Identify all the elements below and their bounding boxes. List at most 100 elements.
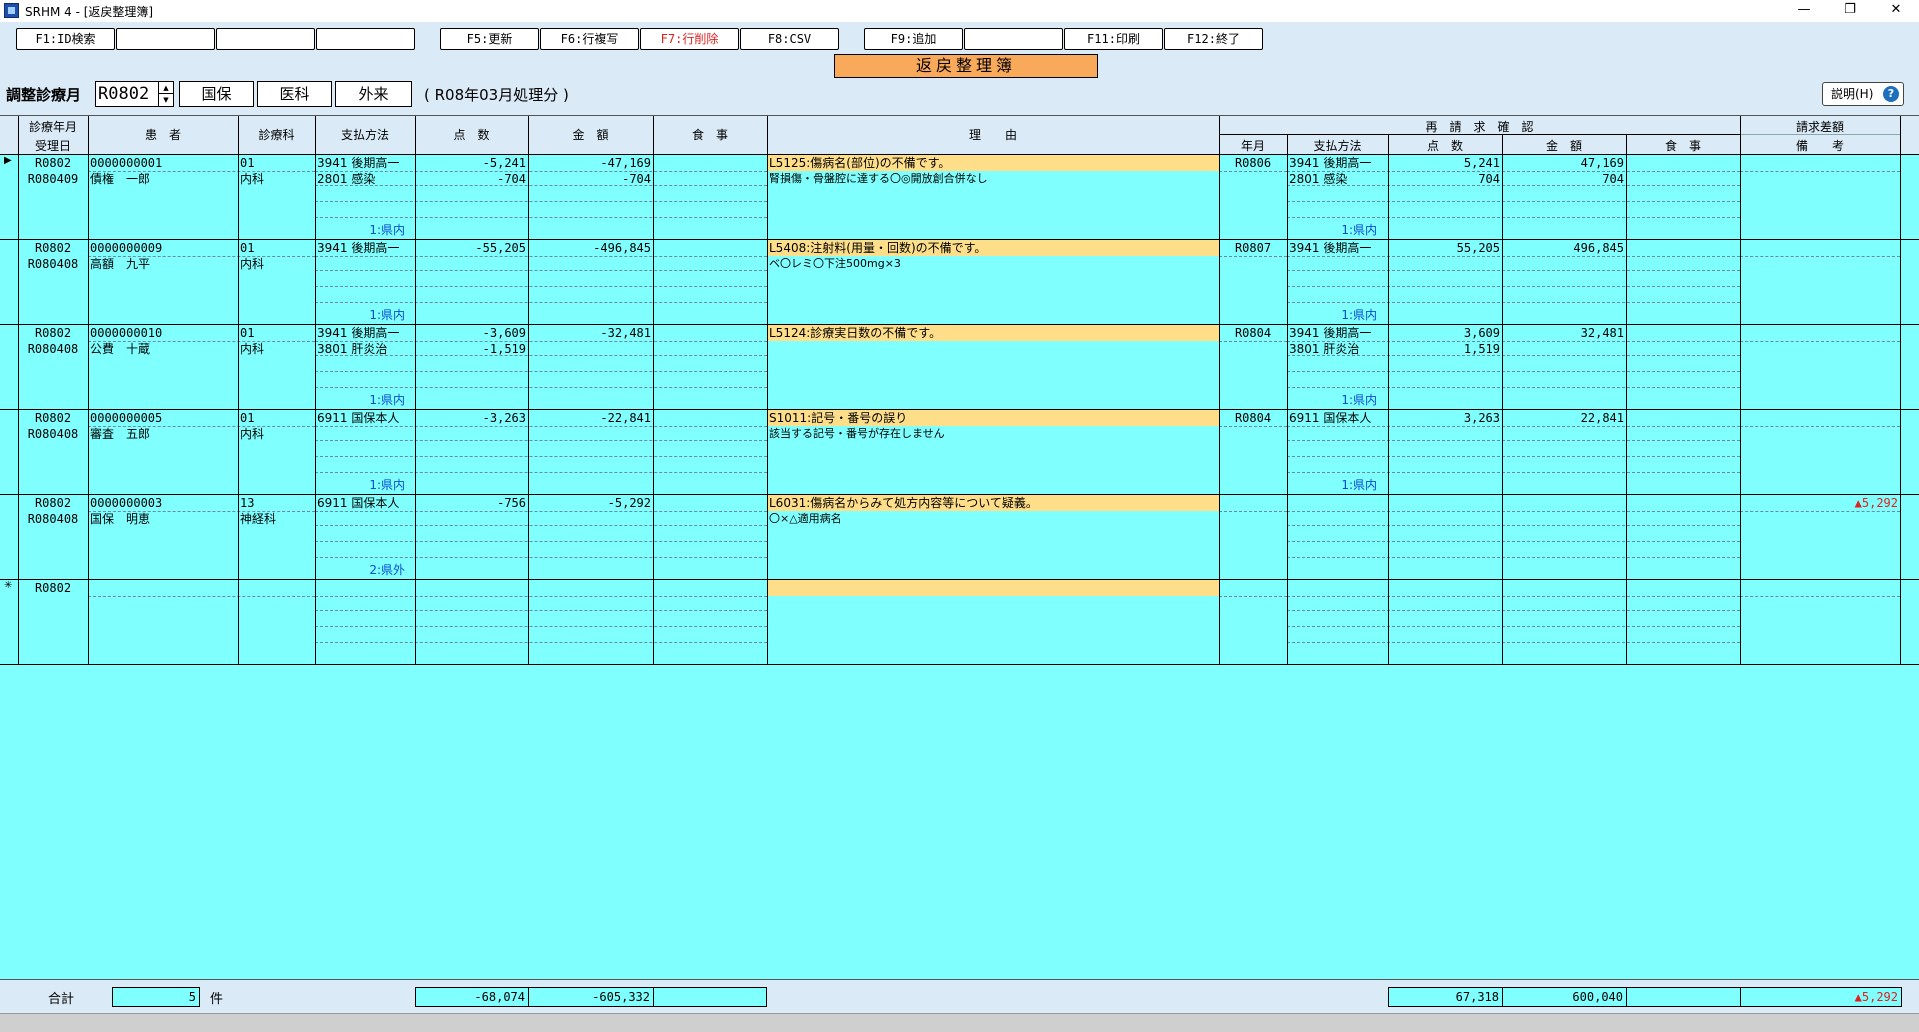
table-row[interactable]: R0802 R080408 0000000005 審査 五郎 01 内科 6911 国保本人…: [0, 410, 1919, 495]
f1-id-search-button[interactable]: F1:ID検索: [16, 28, 115, 50]
f12-exit-button[interactable]: F12:終了: [1164, 28, 1263, 50]
spinner-down-icon[interactable]: ▼: [159, 94, 173, 106]
cell-patient-name[interactable]: 債権 一郎: [90, 171, 150, 187]
minimize-icon[interactable]: —: [1781, 0, 1827, 22]
cell-reclaim-points-1[interactable]: 55,205: [1388, 240, 1500, 256]
table-row[interactable]: ▶ R0802 R080409 0000000001 債権 一郎 01 内科 3941 後期高…: [0, 155, 1919, 240]
cell-pref[interactable]: 2:県外: [315, 562, 405, 578]
cell-reason[interactable]: L6031:傷病名からみて処方内容等について疑義。: [769, 495, 1038, 511]
cell-dept-code[interactable]: 01: [240, 155, 254, 171]
cell-reclaim-points-1[interactable]: 5,241: [1388, 155, 1500, 171]
cell-points-2[interactable]: -704: [415, 171, 526, 187]
cell-reclaim-pref[interactable]: 1:県内: [1287, 477, 1377, 493]
cell-amount-1[interactable]: -496,845: [528, 240, 651, 256]
cell-reclaim-month[interactable]: R0806: [1221, 155, 1285, 171]
gairai-toggle-button[interactable]: 外来: [335, 81, 412, 107]
cell-payment-1[interactable]: 6911 国保本人: [317, 410, 399, 426]
cell-amount-1[interactable]: -5,292: [528, 495, 651, 511]
cell-payment-1[interactable]: 3941 後期高一: [317, 155, 399, 171]
cell-reclaim-points-1[interactable]: 3,263: [1388, 410, 1500, 426]
cell-reclaim-pref[interactable]: 1:県内: [1287, 392, 1377, 408]
cell-amount-1[interactable]: -47,169: [528, 155, 651, 171]
cell-patient-id[interactable]: 0000000009: [90, 240, 162, 256]
cell-patient-name[interactable]: 国保 明恵: [90, 511, 150, 527]
cell-points-1[interactable]: -55,205: [415, 240, 526, 256]
adjust-month-input[interactable]: R0802: [95, 81, 159, 107]
f3-blank-button[interactable]: [216, 28, 315, 50]
table-row[interactable]: ✳ R0802: [0, 580, 1919, 665]
cell-reclaim-points-1[interactable]: 3,609: [1388, 325, 1500, 341]
month-spinner[interactable]: ▲ ▼: [158, 81, 174, 107]
cell-month[interactable]: R0802: [18, 240, 88, 256]
cell-received[interactable]: R080408: [18, 511, 88, 527]
cell-reclaim-payment-1[interactable]: 3941 後期高一: [1289, 325, 1371, 341]
cell-month[interactable]: R0802: [18, 580, 88, 596]
f4-blank-button[interactable]: [316, 28, 415, 50]
restore-icon[interactable]: ❐: [1827, 0, 1873, 22]
returns-grid[interactable]: 診療年月 受理日 患 者 診療科 支払方法 点 数 金 額 食 事 理 由 再 …: [0, 115, 1919, 979]
cell-dept[interactable]: 神経科: [240, 511, 276, 527]
cell-points-1[interactable]: -3,609: [415, 325, 526, 341]
cell-payment-1[interactable]: 3941 後期高一: [317, 240, 399, 256]
cell-payment-1[interactable]: 6911 国保本人: [317, 495, 399, 511]
spinner-up-icon[interactable]: ▲: [159, 82, 173, 94]
cell-reclaim-payment-1[interactable]: 3941 後期高一: [1289, 155, 1371, 171]
table-row[interactable]: R0802 R080408 0000000003 国保 明恵 13 神経科 6911 国保本…: [0, 495, 1919, 580]
cell-reason[interactable]: L5408:注射料(用量・回数)の不備です。: [769, 240, 986, 256]
f2-blank-button[interactable]: [116, 28, 215, 50]
cell-dept-code[interactable]: 01: [240, 325, 254, 341]
f8-csv-button[interactable]: F8:CSV: [740, 28, 839, 50]
cell-dept[interactable]: 内科: [240, 256, 264, 272]
cell-reclaim-amount-2[interactable]: 704: [1502, 171, 1624, 187]
cell-month[interactable]: R0802: [18, 325, 88, 341]
cell-reason[interactable]: L5125:傷病名(部位)の不備です。: [769, 155, 950, 171]
cell-reason[interactable]: L5124:診療実日数の不備です。: [769, 325, 941, 341]
cell-dept-code[interactable]: 01: [240, 410, 254, 426]
help-button[interactable]: 説明(H) ?: [1822, 82, 1904, 106]
f5-update-button[interactable]: F5:更新: [440, 28, 539, 50]
cell-reclaim-month[interactable]: R0807: [1221, 240, 1285, 256]
cell-points-1[interactable]: -756: [415, 495, 526, 511]
cell-pref[interactable]: 1:県内: [315, 222, 405, 238]
cell-received[interactable]: R080409: [18, 171, 88, 187]
cell-note[interactable]: ベ〇レミ〇下注500mg×3: [769, 256, 901, 272]
cell-reclaim-points-2[interactable]: 1,519: [1388, 341, 1500, 357]
cell-amount-1[interactable]: -32,481: [528, 325, 651, 341]
cell-patient-id[interactable]: 0000000010: [90, 325, 162, 341]
cell-amount-1[interactable]: -22,841: [528, 410, 651, 426]
cell-reclaim-amount-1[interactable]: 32,481: [1502, 325, 1624, 341]
cell-note[interactable]: 腎損傷・骨盤腔に達する〇◎開放創合併なし: [769, 171, 988, 187]
cell-pref[interactable]: 1:県内: [315, 392, 405, 408]
f7-delete-row-button[interactable]: F7:行削除: [640, 28, 739, 50]
cell-patient-id[interactable]: 0000000001: [90, 155, 162, 171]
cell-month[interactable]: R0802: [18, 410, 88, 426]
cell-reclaim-payment-1[interactable]: 3941 後期高一: [1289, 240, 1371, 256]
cell-diff[interactable]: ▲5,292: [1740, 495, 1898, 511]
cell-reclaim-month[interactable]: R0804: [1221, 325, 1285, 341]
cell-dept[interactable]: 内科: [240, 341, 264, 357]
cell-reclaim-month[interactable]: R0804: [1221, 410, 1285, 426]
cell-month[interactable]: R0802: [18, 155, 88, 171]
cell-reclaim-pref[interactable]: 1:県内: [1287, 307, 1377, 323]
f6-copy-row-button[interactable]: F6:行複写: [540, 28, 639, 50]
cell-reclaim-pref[interactable]: 1:県内: [1287, 222, 1377, 238]
cell-payment-2[interactable]: 2801 感染: [317, 171, 375, 187]
cell-dept[interactable]: 内科: [240, 171, 264, 187]
f11-print-button[interactable]: F11:印刷: [1064, 28, 1163, 50]
cell-points-2[interactable]: -1,519: [415, 341, 526, 357]
cell-reclaim-payment-2[interactable]: 3801 肝炎治: [1289, 341, 1359, 357]
cell-month[interactable]: R0802: [18, 495, 88, 511]
cell-note[interactable]: 該当する記号・番号が存在しません: [769, 426, 945, 442]
cell-dept-code[interactable]: 01: [240, 240, 254, 256]
cell-received[interactable]: R080408: [18, 426, 88, 442]
close-icon[interactable]: ✕: [1873, 0, 1919, 22]
cell-patient-id[interactable]: 0000000003: [90, 495, 162, 511]
cell-points-1[interactable]: -5,241: [415, 155, 526, 171]
cell-dept[interactable]: 内科: [240, 426, 264, 442]
cell-amount-2[interactable]: -704: [528, 171, 651, 187]
cell-patient-name[interactable]: 審査 五郎: [90, 426, 150, 442]
kokuho-toggle-button[interactable]: 国保: [179, 81, 254, 107]
cell-dept-code[interactable]: 13: [240, 495, 254, 511]
cell-reclaim-payment-1[interactable]: 6911 国保本人: [1289, 410, 1371, 426]
table-row[interactable]: R0802 R080408 0000000009 高額 九平 01 内科 3941 後期高一…: [0, 240, 1919, 325]
